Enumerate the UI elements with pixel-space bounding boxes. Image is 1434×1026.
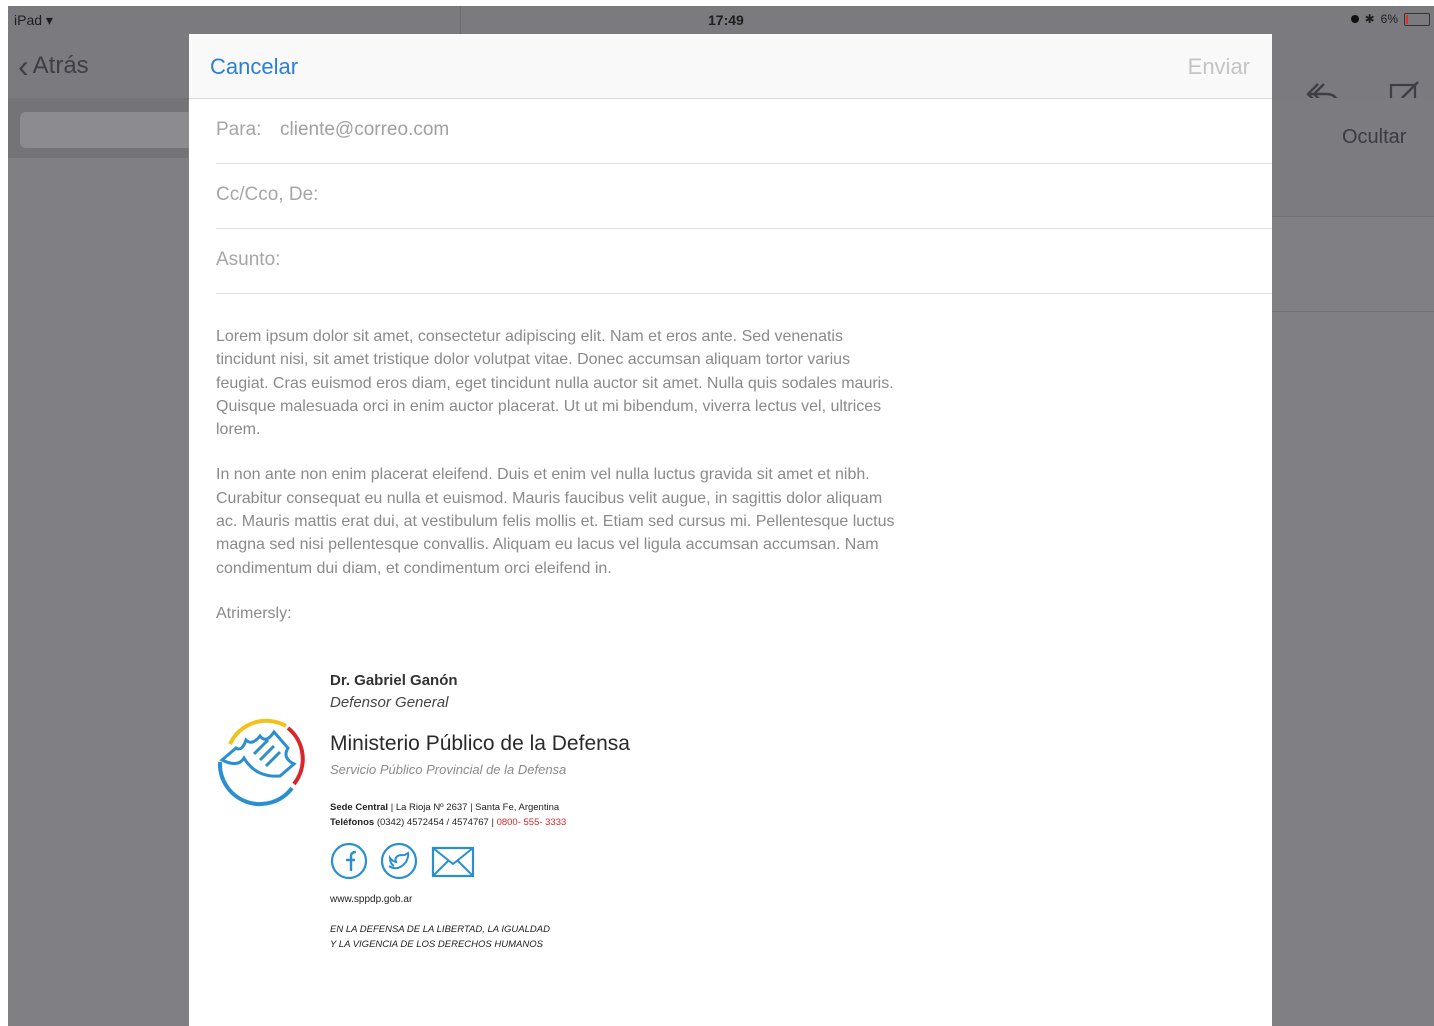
background-search-field[interactable]	[20, 112, 196, 148]
battery-percent: 6%	[1380, 12, 1398, 26]
split-divider	[460, 6, 461, 34]
signature-name: Dr. Gabriel Ganón	[330, 672, 458, 689]
background-message-row	[1272, 216, 1434, 312]
compose-sheet: Cancelar Enviar Para: cliente@correo.com…	[189, 34, 1272, 1026]
facebook-icon[interactable]	[330, 842, 368, 880]
chevron-left-icon: ‹	[18, 48, 29, 84]
subject-label: Asunto:	[216, 249, 281, 270]
closing-line: Atrimersly:	[216, 604, 292, 622]
signature-contact: Sede Central | La Rioja Nº 2637 | Santa …	[330, 802, 567, 828]
ipad-screen: iPad ▾ 17:49 ✱ 6% ‹ Atrás Ocultar Cancel…	[8, 6, 1434, 1026]
phone-label: Teléfonos	[330, 817, 375, 828]
back-button[interactable]: ‹ Atrás	[18, 48, 89, 84]
bluetooth-icon: ✱	[1364, 12, 1375, 26]
phone-numbers: (0342) 4572454 / 4574767	[376, 817, 489, 828]
subject-field[interactable]: Asunto:	[216, 229, 1272, 294]
to-label: Para:	[216, 119, 262, 140]
status-time: 17:49	[708, 12, 744, 28]
cancel-button[interactable]: Cancelar	[210, 54, 298, 80]
address-text: | La Rioja Nº 2637 | Santa Fe, Argentina	[390, 802, 560, 813]
motto-line-2: Y LA VIGENCIA DE LOS DERECHOS HUMANOS	[330, 939, 543, 950]
status-bar: iPad ▾ 17:49 ✱ 6%	[8, 6, 1434, 34]
lock-rotation-icon	[1350, 15, 1359, 23]
signature-role: Defensor General	[330, 694, 449, 711]
email-icon[interactable]	[430, 842, 476, 880]
motto-line-1: EN LA DEFENSA DE LA LIBERTAD, LA IGUALDA…	[330, 924, 550, 935]
back-label: Atrás	[32, 52, 89, 79]
cc-label: Cc/Cco, De:	[216, 184, 319, 205]
twitter-icon[interactable]	[380, 842, 418, 880]
to-value[interactable]: cliente@correo.com	[280, 119, 449, 141]
ministry-logo-icon	[217, 718, 305, 807]
email-signature: Dr. Gabriel Ganón Defensor General Minis…	[216, 672, 676, 972]
wifi-icon: ▾	[45, 12, 53, 28]
background-message-header: Ocultar	[1272, 98, 1434, 217]
address-label: Sede Central	[330, 802, 389, 813]
to-field[interactable]: Para: cliente@correo.com	[216, 99, 1272, 164]
status-right: ✱ 6%	[1350, 12, 1430, 26]
hide-button[interactable]: Ocultar	[1342, 126, 1406, 149]
hotline-number: 0800- 555- 3333	[496, 817, 567, 828]
body-paragraph: In non ante non enim placerat eleifend. …	[216, 466, 895, 577]
signature-org: Ministerio Público de la Defensa	[330, 732, 630, 755]
carrier-label: iPad ▾	[14, 12, 53, 28]
signature-website[interactable]: www.sppdp.gob.ar	[330, 894, 412, 905]
send-button[interactable]: Enviar	[1188, 54, 1250, 80]
battery-icon	[1404, 12, 1430, 26]
signature-motto: EN LA DEFENSA DE LA LIBERTAD, LA IGUALDA…	[330, 922, 550, 952]
social-links	[330, 842, 476, 880]
body-paragraph: Lorem ipsum dolor sit amet, consectetur …	[216, 328, 894, 439]
cc-bcc-from-field[interactable]: Cc/Cco, De:	[216, 164, 1272, 229]
message-body[interactable]: Lorem ipsum dolor sit amet, consectetur …	[216, 325, 896, 625]
compose-nav-bar: Cancelar Enviar	[189, 34, 1272, 99]
signature-suborg: Servicio Público Provincial de la Defens…	[330, 762, 567, 777]
